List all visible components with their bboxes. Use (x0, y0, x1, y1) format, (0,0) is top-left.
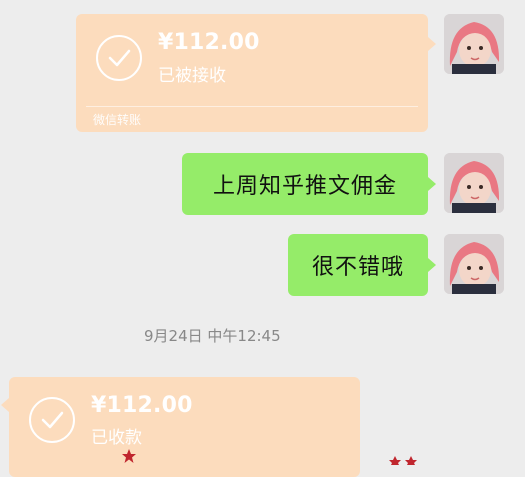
avatar-photo (444, 234, 504, 294)
outgoing-transfer-card[interactable]: ¥112.00 已被接收 微信转账 (76, 14, 428, 132)
bubble-tail (428, 258, 436, 272)
star-sticker (122, 449, 136, 463)
transfer-status: 已收款 (91, 428, 142, 448)
star-sticker (389, 456, 417, 465)
transfer-footer-label: 微信转账 (93, 113, 142, 127)
transfer-amount: ¥112.00 (91, 393, 193, 418)
bubble-tail (428, 177, 436, 191)
bubble-tail (1, 398, 9, 412)
avatar[interactable] (444, 14, 504, 74)
transfer-divider (86, 106, 418, 107)
check-circle-icon (96, 35, 142, 81)
check-circle-icon (29, 397, 75, 443)
message-bubble[interactable]: 上周知乎推文佣金 (182, 153, 428, 215)
bubble-tail (428, 37, 436, 51)
transfer-amount: ¥112.00 (158, 30, 260, 55)
avatar-photo (444, 14, 504, 74)
avatar-photo (444, 153, 504, 213)
incoming-transfer-card[interactable]: ¥112.00 已收款 (9, 377, 360, 477)
message-bubble[interactable]: 很不错哦 (288, 234, 428, 296)
transfer-status: 已被接收 (158, 66, 226, 86)
message-timestamp: 9月24日 中午12:45 (144, 327, 281, 345)
avatar[interactable] (444, 234, 504, 294)
avatar[interactable] (444, 153, 504, 213)
